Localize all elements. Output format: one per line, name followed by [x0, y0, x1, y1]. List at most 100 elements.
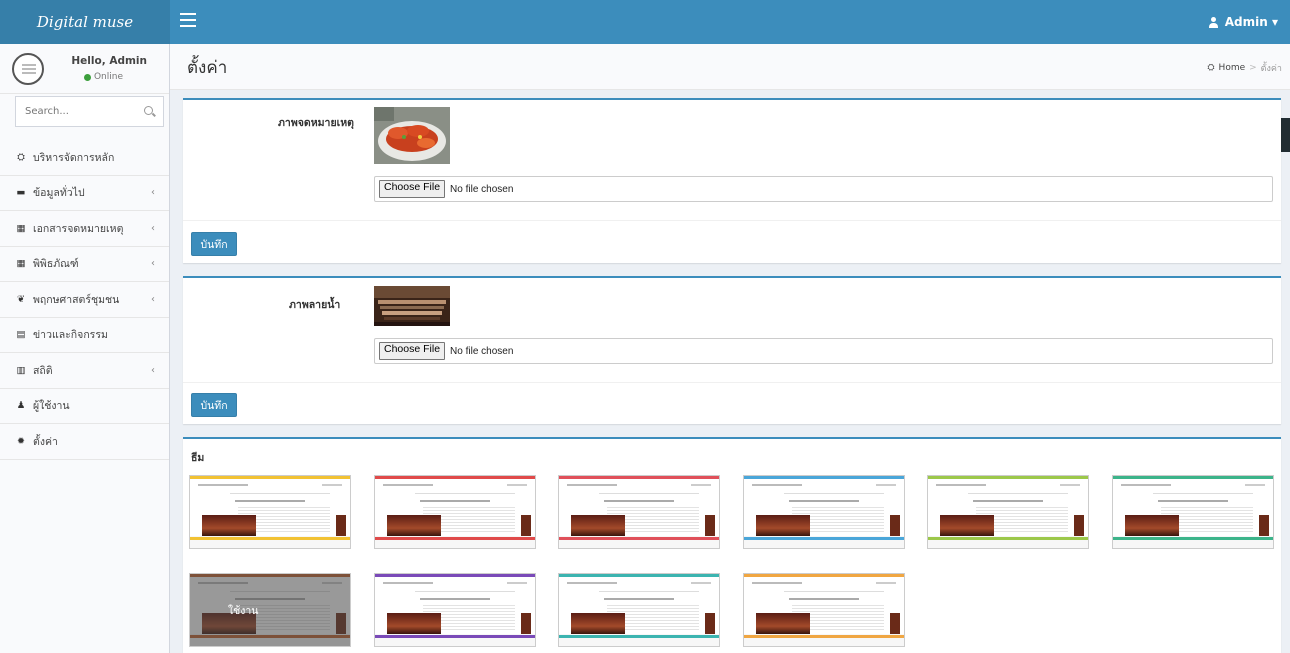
avatar — [12, 53, 44, 85]
theme-header-line-right — [322, 484, 342, 486]
sidebar-menu: ⛭ บริหารจัดการหลัก ▬ ข้อมูลทั่วไป ‹ ▦ เอกสารจด… — [0, 140, 169, 460]
search-input[interactable] — [16, 97, 136, 126]
theme-title-line — [788, 598, 859, 600]
archive-save-button[interactable]: บันทึก — [191, 232, 237, 256]
online-status: Online — [83, 72, 123, 82]
theme-footer-bar — [374, 537, 535, 540]
theme-option-8[interactable] — [558, 573, 720, 647]
theme-image — [755, 613, 810, 635]
theme-image-side — [1258, 515, 1269, 537]
theme-title-line — [604, 598, 674, 600]
theme-option-6[interactable]: ใช้งาน — [189, 573, 351, 647]
breadcrumb-separator: > — [1249, 63, 1257, 73]
theme-top-bar — [743, 574, 904, 577]
theme-header-line-right — [691, 484, 711, 486]
user-icon: ♟ — [16, 400, 26, 412]
sidebar-item-0[interactable]: ⛭ บริหารจัดการหลัก — [0, 140, 169, 176]
theme-image-side — [889, 613, 900, 635]
theme-option-1[interactable] — [373, 475, 536, 549]
theme-title-line — [788, 500, 859, 502]
sidebar-item-7[interactable]: ♟ ผู้ใช้งาน — [0, 389, 169, 424]
archive-image-box: ภาพจดหมายเหตุ Choose File No file chosen… — [183, 98, 1281, 263]
sidebar-item-5[interactable]: ▤ ข่าวและกิจกรรม — [0, 318, 169, 353]
theme-header-line-right — [1060, 484, 1080, 486]
archive-image-file-input[interactable]: Choose File No file chosen — [374, 176, 1273, 202]
theme-top-bar — [559, 574, 719, 577]
sidebar-item-label: พฤกษศาสตร์ชุมชน — [33, 293, 120, 306]
theme-nav-line — [968, 493, 1068, 494]
archive-image-label: ภาพจดหมายเหตุ — [278, 117, 354, 129]
theme-image — [571, 515, 625, 537]
sidebar-toggle-icon[interactable] — [180, 13, 196, 29]
theme-top-bar — [559, 476, 719, 479]
sidebar-item-label: ผู้ใช้งาน — [33, 400, 70, 413]
theme-title-line — [235, 500, 305, 502]
theme-footer-bar — [374, 635, 535, 638]
watermark-image-file-input[interactable]: Choose File No file chosen — [374, 338, 1273, 364]
theme-nav-line — [599, 591, 699, 592]
theme-option-4[interactable] — [927, 475, 1089, 549]
theme-header-line — [382, 582, 433, 584]
leaf-icon: ❦ — [17, 293, 25, 305]
theme-option-9[interactable] — [742, 573, 905, 647]
chevron-left-icon: ‹ — [151, 258, 155, 270]
home-icon: ⛭ — [1207, 63, 1215, 73]
chevron-left-icon: ‹ — [151, 222, 155, 234]
theme-nav-line — [783, 493, 884, 494]
archive-box-footer: บันทึก — [183, 220, 1281, 265]
theme-top-bar — [190, 476, 350, 479]
theme-title-line — [1157, 500, 1228, 502]
gear-icon: ✹ — [17, 435, 25, 447]
theme-image-side — [705, 613, 715, 635]
app-logo[interactable]: Digital muse — [0, 0, 170, 44]
breadcrumb-home[interactable]: Home — [1219, 63, 1246, 73]
grid-icon: ▦ — [16, 258, 26, 270]
sidebar-item-label: สถิติ — [33, 364, 53, 377]
theme-title-line — [419, 598, 490, 600]
theme-image — [386, 613, 441, 635]
theme-option-2[interactable] — [558, 475, 720, 549]
sidebar-item-6[interactable]: ▥ สถิติ ‹ — [0, 353, 169, 389]
theme-header-line — [567, 582, 617, 584]
theme-header-line-right — [506, 484, 527, 486]
theme-nav-line — [599, 493, 699, 494]
sidebar-item-8[interactable]: ✹ ตั้งค่า — [0, 424, 169, 460]
theme-nav-line — [414, 493, 515, 494]
theme-nav-line — [783, 591, 884, 592]
theme-option-7[interactable] — [373, 573, 536, 647]
search-icon[interactable] — [144, 106, 153, 115]
sidebar-item-4[interactable]: ❦ พฤกษศาสตร์ชุมชน ‹ — [0, 282, 169, 318]
chart-icon: ▥ — [16, 364, 26, 376]
sidebar-search — [15, 96, 164, 127]
theme-top-bar — [1112, 476, 1273, 479]
theme-top-bar — [374, 476, 535, 479]
sidebar-item-2[interactable]: ▦ เอกสารจดหมายเหตุ ‹ — [0, 211, 169, 247]
archive-choose-file-button[interactable]: Choose File — [379, 180, 446, 198]
theme-image-side — [705, 515, 715, 537]
theme-option-5[interactable] — [1111, 475, 1274, 549]
user-panel: Hello, Admin Online — [0, 44, 169, 94]
theme-image-side — [520, 515, 531, 537]
theme-title-line — [973, 500, 1043, 502]
theme-header-line — [198, 484, 248, 486]
theme-image — [755, 515, 810, 537]
theme-nav-line — [1152, 493, 1253, 494]
page-title: ตั้งค่า — [187, 58, 228, 78]
theme-active-label: ใช้งาน — [228, 605, 259, 617]
theme-header-line-right — [1244, 484, 1265, 486]
theme-header-line — [382, 484, 433, 486]
sidebar-item-3[interactable]: ▦ พิพิธภัณฑ์ ‹ — [0, 247, 169, 282]
theme-option-0[interactable] — [189, 475, 351, 549]
top-navbar: Admin ▾ — [170, 0, 1290, 44]
watermark-choose-file-button[interactable]: Choose File — [379, 342, 446, 360]
sidebar-item-1[interactable]: ▬ ข้อมูลทั่วไป ‹ — [0, 176, 169, 211]
user-menu[interactable]: Admin ▾ — [1208, 0, 1278, 44]
theme-footer-bar — [743, 635, 904, 638]
theme-option-3[interactable] — [742, 475, 905, 549]
theme-image — [386, 515, 441, 537]
theme-image — [571, 613, 625, 635]
theme-footer-bar — [1112, 537, 1273, 540]
theme-box: ธีม ใช้งาน — [183, 437, 1281, 653]
archive-image-thumbnail — [374, 107, 450, 164]
watermark-save-button[interactable]: บันทึก — [191, 393, 237, 417]
